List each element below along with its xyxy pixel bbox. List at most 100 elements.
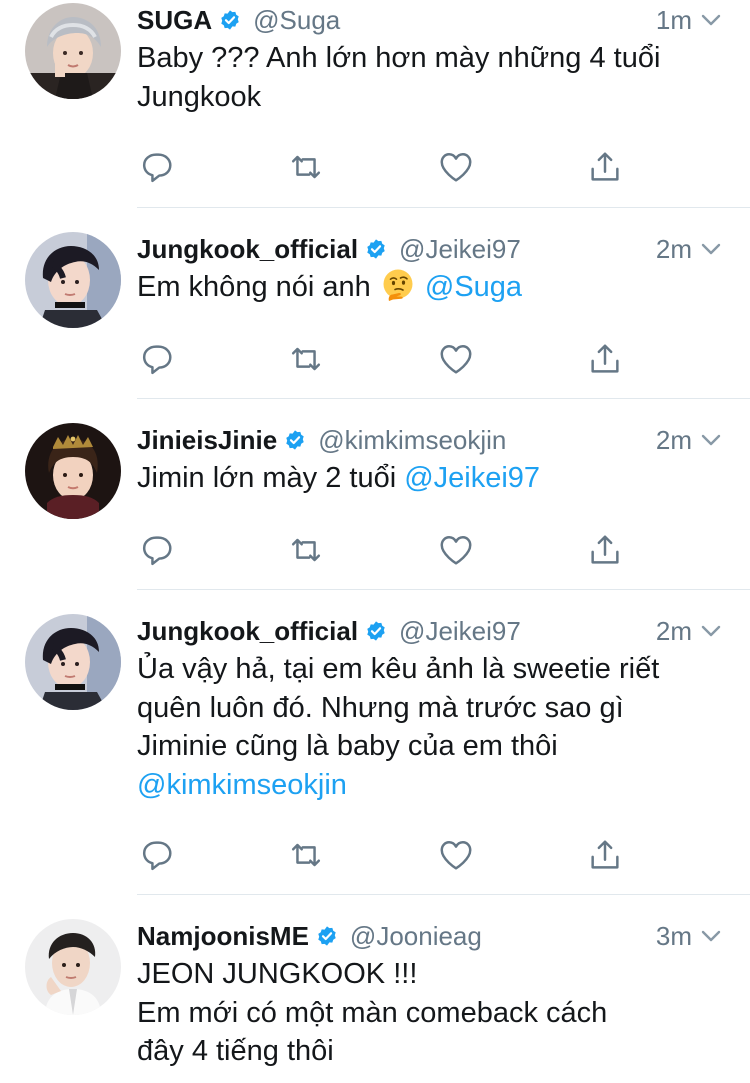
reply-icon xyxy=(138,340,176,378)
like-button[interactable] xyxy=(436,530,476,570)
tweet-header: Jungkook_official @Jeikei97 2m xyxy=(137,229,724,269)
action-bar xyxy=(137,835,750,875)
verified-badge-icon xyxy=(219,9,241,31)
action-bar xyxy=(137,339,750,379)
tweet-header: Jungkook_official @Jeikei97 2m xyxy=(137,611,724,651)
retweet-icon xyxy=(287,531,325,569)
timestamp[interactable]: 2m xyxy=(656,234,692,265)
avatar[interactable] xyxy=(25,919,121,1015)
tweet-text-segment xyxy=(417,271,425,303)
verified-badge-icon xyxy=(365,620,387,642)
share-button[interactable] xyxy=(585,339,625,379)
user-handle[interactable]: @Joonieag xyxy=(350,921,648,952)
share-button[interactable] xyxy=(585,147,625,187)
tweet-text-line: quên luôn đó. Nhưng mà trước sao gì xyxy=(137,689,726,728)
user-handle[interactable]: @Jeikei97 xyxy=(399,616,648,647)
action-bar xyxy=(137,147,750,187)
heart-icon xyxy=(437,531,475,569)
divider xyxy=(137,894,750,895)
tweet-text-segment: Em không nói anh xyxy=(137,271,379,303)
retweet-button[interactable] xyxy=(286,530,326,570)
divider xyxy=(137,207,750,208)
reply-button[interactable] xyxy=(137,147,177,187)
like-button[interactable] xyxy=(436,339,476,379)
tweet-text-line: @kimkimseokjin xyxy=(137,766,726,805)
chevron-down-icon[interactable] xyxy=(698,618,724,644)
tweet-text-segment: Em mới có một màn comeback cách xyxy=(137,996,608,1029)
verified-badge-icon xyxy=(284,429,306,451)
display-name[interactable]: SUGA xyxy=(137,5,212,36)
share-button[interactable] xyxy=(585,835,625,875)
tweet-text-segment: quên luôn đó. Nhưng mà trước sao gì xyxy=(137,691,624,724)
user-handle[interactable]: @Jeikei97 xyxy=(399,234,648,265)
share-button[interactable] xyxy=(585,530,625,570)
avatar[interactable] xyxy=(25,232,121,328)
tweet-text: Baby ??? Anh lớn hơn mày những 4 tuổi Jun… xyxy=(137,39,726,116)
user-handle[interactable]: @kimkimseokjin xyxy=(318,425,648,456)
action-bar xyxy=(137,530,750,570)
tweet-text-segment: Ủa vậy hả, tại em kêu ảnh là sweetie riế… xyxy=(137,653,660,685)
tweet-text-line: Jimin lớn mày 2 tuổi @Jeikei97 xyxy=(137,459,726,498)
tweet-header: JinieisJinie @kimkimseokjin 2m xyxy=(137,420,724,460)
reply-button[interactable] xyxy=(137,530,177,570)
share-icon xyxy=(586,836,624,874)
timestamp[interactable]: 3m xyxy=(656,921,692,952)
retweet-button[interactable] xyxy=(286,835,326,875)
tweet-text-segment: đây 4 tiếng thôi xyxy=(137,1035,334,1067)
tweet-text-line: Em không nói anh @Suga xyxy=(137,268,726,307)
display-name[interactable]: NamjoonisME xyxy=(137,921,309,952)
tweet-header: SUGA @Suga 1m xyxy=(137,0,724,40)
divider xyxy=(137,589,750,590)
divider xyxy=(137,398,750,399)
tweet-text: Ủa vậy hả, tại em kêu ảnh là sweetie riế… xyxy=(137,650,726,804)
tweet-text-segment: JEON JUNGKOOK !!! xyxy=(137,958,418,990)
tweet-text-segment: Jungkook xyxy=(137,80,262,113)
verified-badge-icon xyxy=(365,238,387,260)
tweet-text-line: Em mới có một màn comeback cách xyxy=(137,994,726,1033)
heart-icon xyxy=(437,340,475,378)
chevron-down-icon[interactable] xyxy=(698,923,724,949)
share-icon xyxy=(586,340,624,378)
tweet-text: Em không nói anh @Suga xyxy=(137,268,726,307)
tweet-text: JEON JUNGKOOK !!! Em mới có một màn comeb… xyxy=(137,955,726,1071)
timestamp[interactable]: 2m xyxy=(656,425,692,456)
avatar[interactable] xyxy=(25,423,121,519)
user-handle[interactable]: @Suga xyxy=(253,5,648,36)
like-button[interactable] xyxy=(436,835,476,875)
display-name[interactable]: Jungkook_official xyxy=(137,616,358,647)
chevron-down-icon[interactable] xyxy=(698,7,724,33)
heart-icon xyxy=(437,148,475,186)
chevron-down-icon[interactable] xyxy=(698,236,724,262)
retweet-icon xyxy=(287,836,325,874)
reply-icon xyxy=(138,531,176,569)
tweet-timeline: SUGA @Suga 1m Baby ??? Anh lớn hơn mày n… xyxy=(0,0,750,1083)
avatar[interactable] xyxy=(25,614,121,710)
timestamp[interactable]: 2m xyxy=(656,616,692,647)
tweet-header: NamjoonisME @Joonieag 3m xyxy=(137,916,724,956)
thinking-face-emoji-icon xyxy=(381,268,415,302)
reply-button[interactable] xyxy=(137,339,177,379)
tweet-text-segment: Baby ??? Anh lớn hơn mày những 4 tuổi xyxy=(137,42,661,74)
reply-icon xyxy=(138,836,176,874)
tweet-text-line: Jiminie cũng là baby của em thôi xyxy=(137,727,726,766)
chevron-down-icon[interactable] xyxy=(698,427,724,453)
timestamp[interactable]: 1m xyxy=(656,5,692,36)
heart-icon xyxy=(437,836,475,874)
like-button[interactable] xyxy=(436,147,476,187)
display-name[interactable]: Jungkook_official xyxy=(137,234,358,265)
tweet-text-line: JEON JUNGKOOK !!! xyxy=(137,955,726,994)
retweet-button[interactable] xyxy=(286,339,326,379)
reply-button[interactable] xyxy=(137,835,177,875)
retweet-icon xyxy=(287,340,325,378)
reply-icon xyxy=(138,148,176,186)
avatar[interactable] xyxy=(25,3,121,99)
tweet-text: Jimin lớn mày 2 tuổi @Jeikei97 xyxy=(137,459,726,498)
mention-link[interactable]: @Suga xyxy=(425,271,522,303)
retweet-button[interactable] xyxy=(286,147,326,187)
tweet-text-line: Baby ??? Anh lớn hơn mày những 4 tuổi xyxy=(137,39,726,78)
display-name[interactable]: JinieisJinie xyxy=(137,425,277,456)
mention-link[interactable]: @kimkimseokjin xyxy=(137,769,347,801)
mention-link[interactable]: @Jeikei97 xyxy=(404,462,540,494)
tweet-text-line: Ủa vậy hả, tại em kêu ảnh là sweetie riế… xyxy=(137,650,726,689)
tweet-text-line: đây 4 tiếng thôi xyxy=(137,1032,726,1071)
